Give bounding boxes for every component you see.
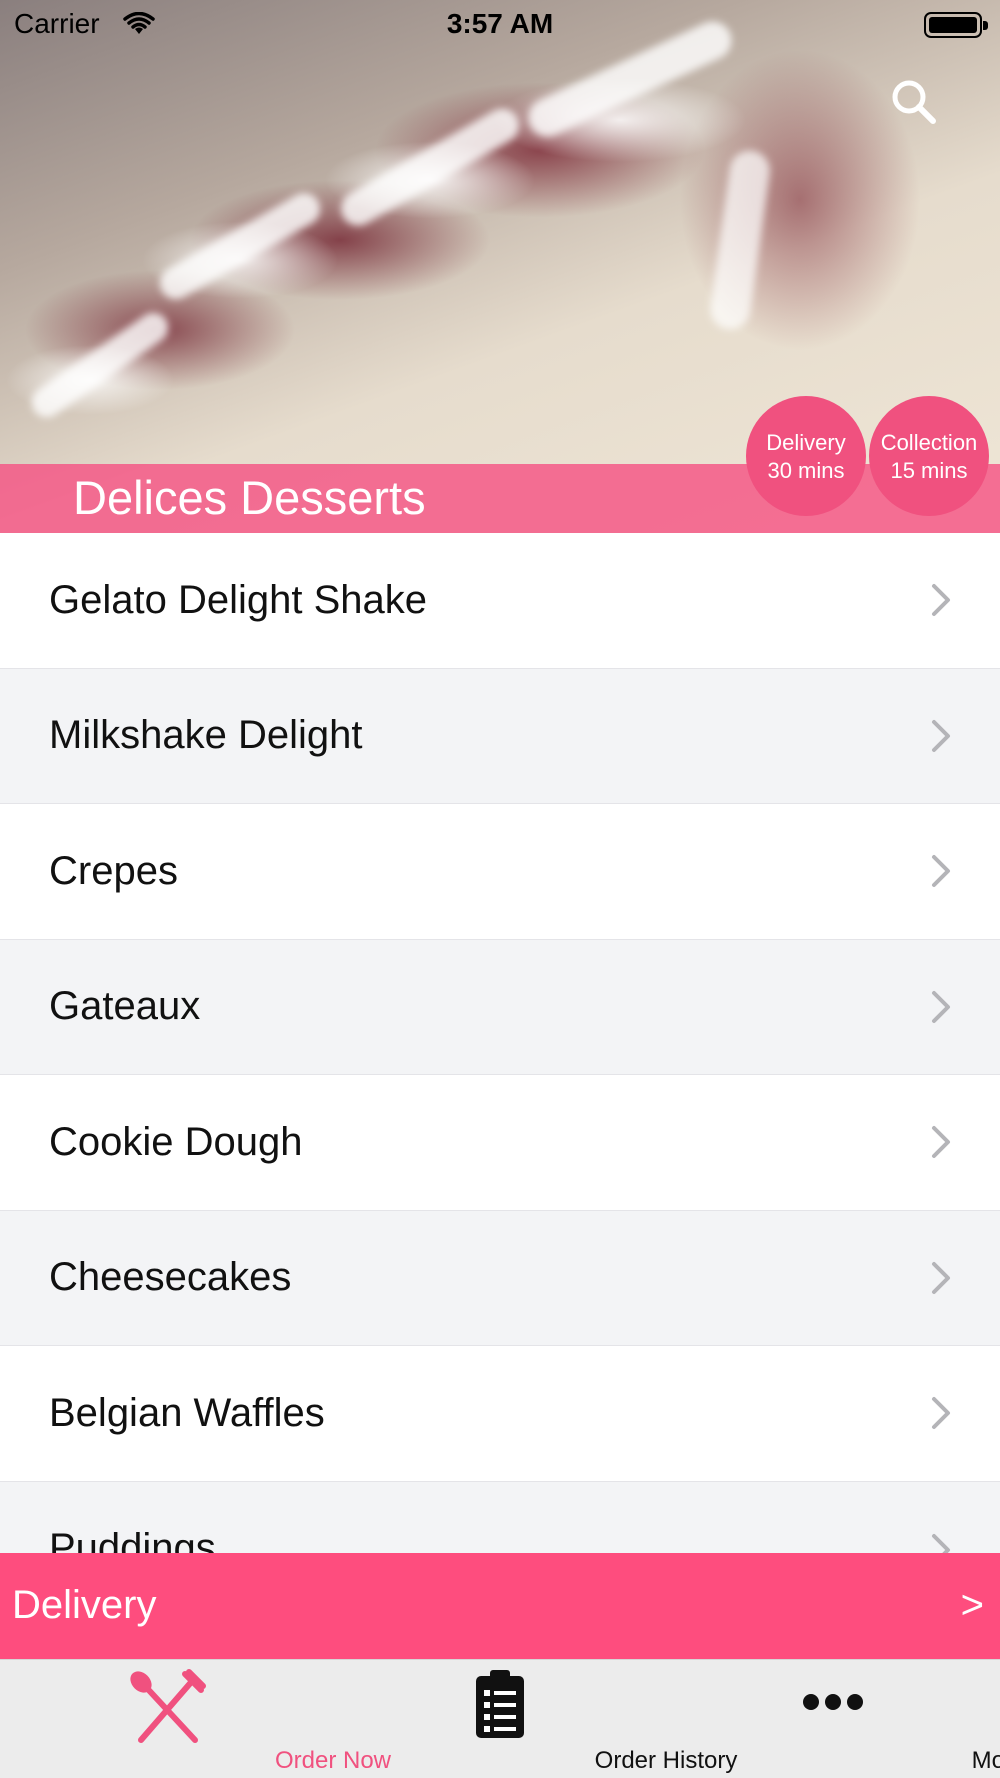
list-item-label: Milkshake Delight <box>49 713 363 758</box>
tab-more-label: More <box>971 1747 1000 1774</box>
fork-knife-icon <box>129 1669 206 1743</box>
list-item[interactable]: Gateaux <box>0 939 1000 1075</box>
hero-decoration <box>334 102 526 232</box>
list-item-label: Gelato Delight Shake <box>49 577 428 622</box>
list-item[interactable]: Belgian Waffles <box>0 1346 1000 1482</box>
chevron-right-icon <box>932 584 950 617</box>
collection-badge-time: 15 mins <box>890 458 968 483</box>
tab-order-history[interactable]: Order History <box>333 1660 737 1778</box>
tab-bar: Order Now Order History More <box>0 1659 1000 1778</box>
chevron-right-icon <box>932 1261 950 1294</box>
chevron-right-icon <box>932 1126 950 1159</box>
store-title: Delices Desserts <box>73 471 426 524</box>
list-item[interactable]: Gelato Delight Shake <box>0 533 1000 669</box>
list-item-label: Belgian Waffles <box>49 1390 325 1435</box>
list-item-label: Cheesecakes <box>49 1255 292 1300</box>
clipboard-list-icon <box>475 1670 524 1738</box>
status-bar: Carrier 3:57 AM <box>0 0 1000 50</box>
collection-time-badge: Collection 15 mins <box>869 396 989 516</box>
hero-decoration <box>154 187 326 305</box>
chevron-right-icon <box>932 855 950 888</box>
list-item[interactable]: Cheesecakes <box>0 1210 1000 1346</box>
delivery-mode-bar[interactable]: Delivery > <box>0 1553 1000 1659</box>
list-item-label: Crepes <box>49 848 178 893</box>
more-dots-icon <box>802 1694 863 1710</box>
hero-decoration <box>707 148 773 332</box>
search-icon[interactable] <box>888 76 940 128</box>
delivery-time-badge: Delivery 30 mins <box>746 396 866 516</box>
collection-badge-label: Collection <box>880 430 978 455</box>
tab-order-now[interactable]: Order Now <box>0 1660 391 1778</box>
delivery-mode-arrow: > <box>960 1583 984 1627</box>
chevron-right-icon <box>932 719 950 752</box>
list-item-label: Cookie Dough <box>49 1119 303 1164</box>
battery-icon <box>924 12 988 38</box>
delivery-badge-label: Delivery <box>766 430 846 455</box>
clock: 3:57 AM <box>446 8 554 39</box>
list-item-label: Gateaux <box>49 984 201 1029</box>
list-item[interactable]: Crepes <box>0 804 1000 940</box>
menu-category-list: Gelato Delight Shake Milkshake Delight C… <box>0 533 1000 1617</box>
chevron-right-icon <box>932 990 950 1023</box>
hero-decoration <box>25 306 175 424</box>
delivery-mode-label: Delivery <box>12 1583 157 1627</box>
chevron-right-icon <box>932 1397 950 1430</box>
tab-more[interactable]: More <box>666 1660 1000 1778</box>
list-item[interactable]: Cookie Dough <box>0 1075 1000 1211</box>
list-item[interactable]: Milkshake Delight <box>0 668 1000 804</box>
delivery-badge-time: 30 mins <box>767 458 845 483</box>
